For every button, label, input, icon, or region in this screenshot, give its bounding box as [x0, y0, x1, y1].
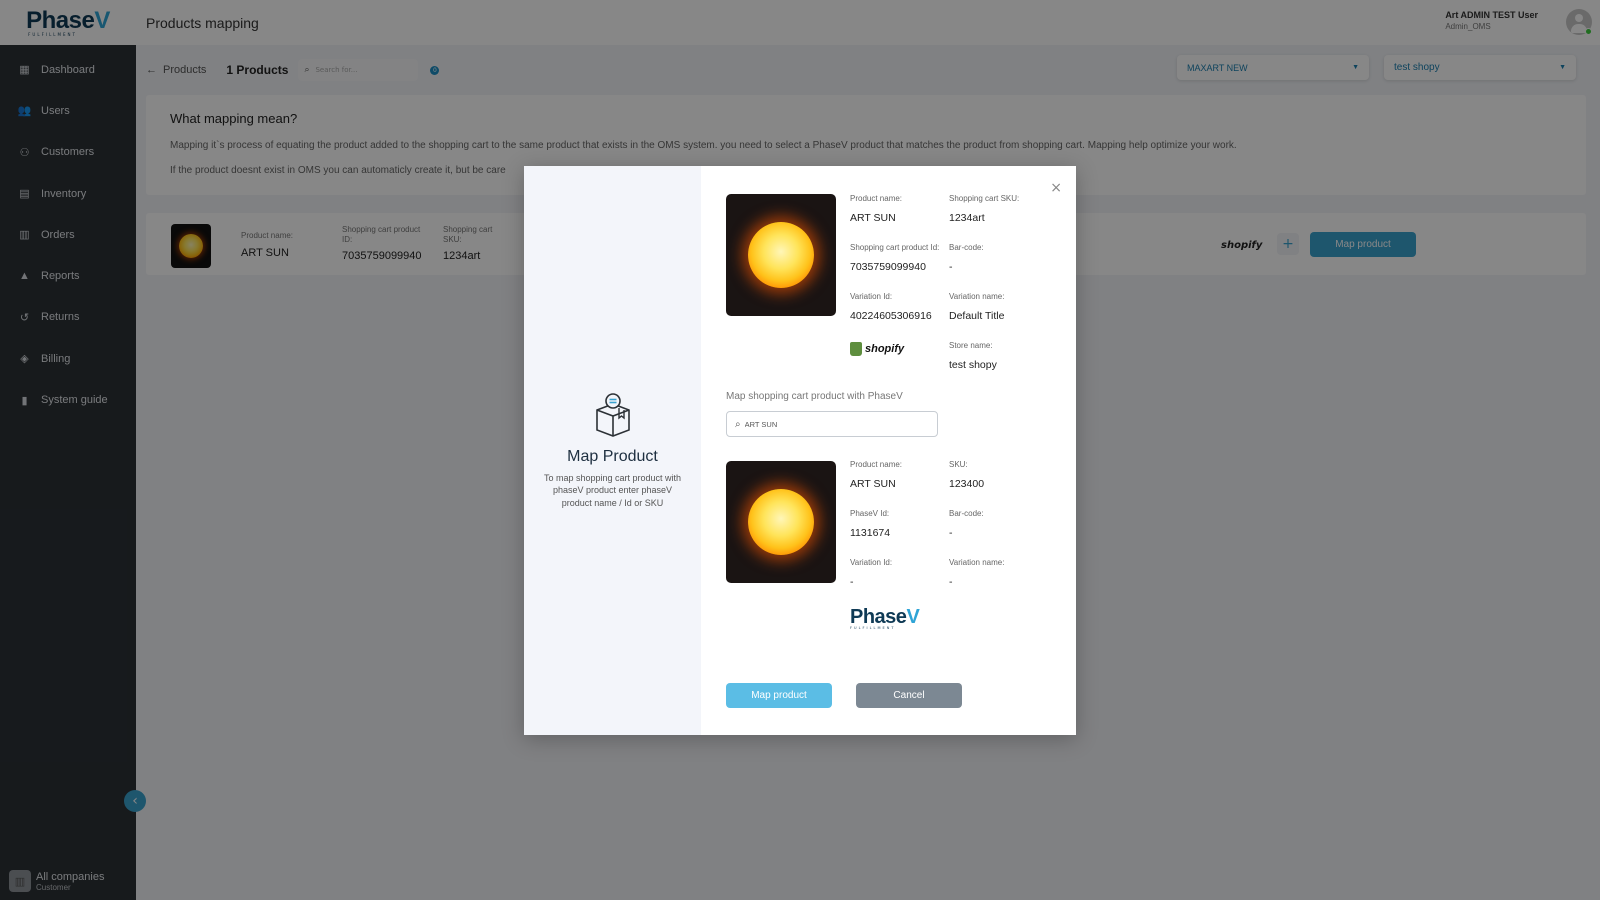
phasev-product-sku: SKU: 123400 [949, 460, 984, 490]
phasev-search-input[interactable] [744, 419, 915, 429]
modal-title: Map Product [567, 447, 658, 465]
field-label: Variation Id: [850, 558, 893, 567]
box-icon [595, 392, 630, 437]
field-value: ART SUN [850, 478, 896, 490]
app: PhaseV FULFILLMENT Products mapping Art … [0, 0, 1600, 900]
phasev-logo: PhaseV FULFILLMENT [850, 606, 920, 631]
cart-product-sku: Shopping cart SKU: 1234art [949, 194, 1019, 224]
phasev-product-variation-id: Variation Id: - [850, 558, 892, 588]
field-value: test shopy [949, 359, 997, 371]
shopify-wordmark: shopify [865, 343, 905, 355]
close-icon[interactable]: × [1050, 180, 1062, 196]
field-value: 1131674 [850, 527, 891, 539]
field-value: - [949, 576, 953, 588]
field-label: PhaseV Id: [850, 509, 890, 518]
modal-description: To map shopping cart product with phaseV… [543, 472, 682, 508]
cart-product-store: Store name: test shopy [949, 341, 997, 371]
cancel-button[interactable]: Cancel [856, 683, 962, 708]
field-label: Bar-code: [949, 509, 984, 518]
cart-product-variation-name: Variation name: Default Title [949, 292, 1004, 322]
field-value: 7035759099940 [850, 261, 926, 273]
cart-product-id: Shopping cart product Id: 7035759099940 [850, 243, 939, 273]
field-value: 123400 [949, 478, 985, 490]
map-search-label: Map shopping cart product with PhaseV [726, 391, 903, 402]
phasev-product-id: PhaseV Id: 1131674 [850, 509, 890, 539]
logo-text: Phase [850, 606, 907, 628]
phasev-product-barcode: Bar-code: - [949, 509, 984, 539]
field-value: ART SUN [850, 212, 896, 224]
field-label: Variation name: [949, 558, 1005, 567]
map-product-button[interactable]: Map product [726, 683, 832, 708]
phasev-product-search[interactable]: ⌕ [726, 411, 938, 437]
field-label: Variation Id: [850, 292, 893, 301]
search-icon: ⌕ [735, 418, 741, 430]
field-label: Shopping cart product Id: [850, 243, 940, 252]
map-product-modal: Map Product To map shopping cart product… [524, 166, 1076, 735]
sun-image [748, 222, 814, 288]
field-value: 1234art [949, 212, 985, 224]
field-value: 40224605306916 [850, 310, 932, 322]
logo-v: V [906, 606, 920, 628]
sun-image [748, 489, 814, 555]
field-value: Default Title [949, 310, 1005, 322]
field-label: Product name: [850, 460, 903, 469]
modal-sidebar: Map Product To map shopping cart product… [524, 166, 701, 735]
shopify-bag-icon [850, 342, 862, 356]
phasev-product-name: Product name: ART SUN [850, 460, 902, 490]
field-value: - [850, 576, 854, 588]
modal-body: × Product name: ART SUN Shopping cart SK… [701, 166, 1076, 735]
field-value: - [949, 527, 953, 539]
field-label: Shopping cart SKU: [949, 194, 1020, 203]
field-label: Bar-code: [949, 243, 984, 252]
cart-product-barcode: Bar-code: - [949, 243, 984, 273]
phasev-product-variation-name: Variation name: - [949, 558, 1004, 588]
field-label: Store name: [949, 341, 993, 350]
field-value: - [949, 261, 953, 273]
phasev-product-image [726, 461, 836, 583]
field-label: Product name: [850, 194, 903, 203]
cart-product-variation-id: Variation Id: 40224605306916 [850, 292, 932, 322]
field-label: SKU: [949, 460, 968, 469]
field-label: Variation name: [949, 292, 1005, 301]
cart-product-name: Product name: ART SUN [850, 194, 902, 224]
cart-product-image [726, 194, 836, 316]
shopify-logo: shopify [850, 342, 904, 356]
